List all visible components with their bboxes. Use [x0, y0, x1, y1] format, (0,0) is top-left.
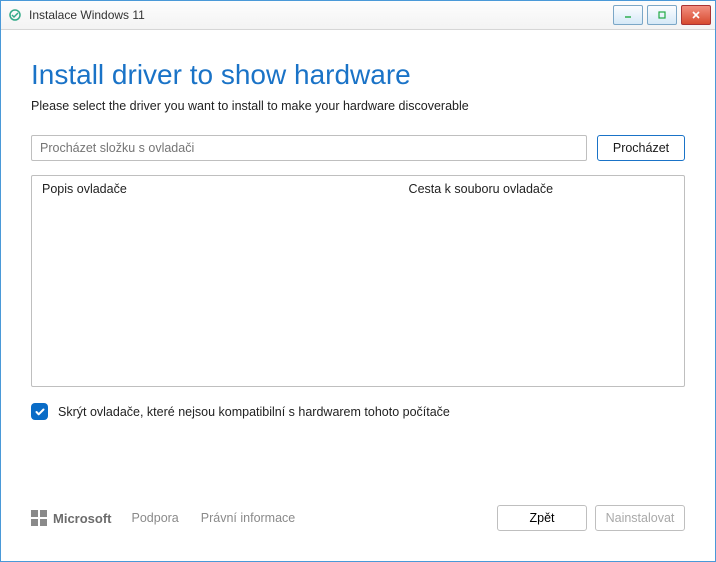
back-button[interactable]: Zpět [497, 505, 587, 531]
driver-path-row: Procházet [31, 135, 685, 161]
title-bar: Instalace Windows 11 [1, 1, 715, 30]
content-area: Install driver to show hardware Please s… [31, 59, 685, 539]
hide-incompatible-row: Skrýt ovladače, které nejsou kompatibiln… [31, 403, 685, 420]
close-button[interactable] [681, 5, 711, 25]
install-button: Nainstalovat [595, 505, 685, 531]
driver-path-input[interactable] [31, 135, 587, 161]
window-title: Instalace Windows 11 [29, 8, 145, 22]
microsoft-logo: Microsoft [31, 510, 112, 526]
page-subheading: Please select the driver you want to ins… [31, 99, 685, 113]
column-header-description: Popis ovladače [42, 182, 409, 196]
microsoft-logo-icon [31, 510, 47, 526]
microsoft-logo-text: Microsoft [53, 511, 112, 526]
hide-incompatible-label: Skrýt ovladače, které nejsou kompatibiln… [58, 405, 450, 419]
support-link[interactable]: Podpora [132, 511, 179, 525]
browse-button[interactable]: Procházet [597, 135, 685, 161]
footer: Microsoft Podpora Právní informace Zpět … [31, 505, 685, 531]
minimize-button[interactable] [613, 5, 643, 25]
window-controls [613, 5, 715, 25]
driver-list[interactable]: Popis ovladače Cesta k souboru ovladače [31, 175, 685, 387]
driver-list-header: Popis ovladače Cesta k souboru ovladače [32, 176, 684, 204]
legal-link[interactable]: Právní informace [201, 511, 295, 525]
hide-incompatible-checkbox[interactable] [31, 403, 48, 420]
driver-list-body [32, 204, 684, 386]
maximize-button[interactable] [647, 5, 677, 25]
page-heading: Install driver to show hardware [31, 59, 685, 91]
app-icon [7, 7, 23, 23]
window-frame: Instalace Windows 11 Install driver to s… [0, 0, 716, 562]
column-header-path: Cesta k souboru ovladače [409, 182, 674, 196]
